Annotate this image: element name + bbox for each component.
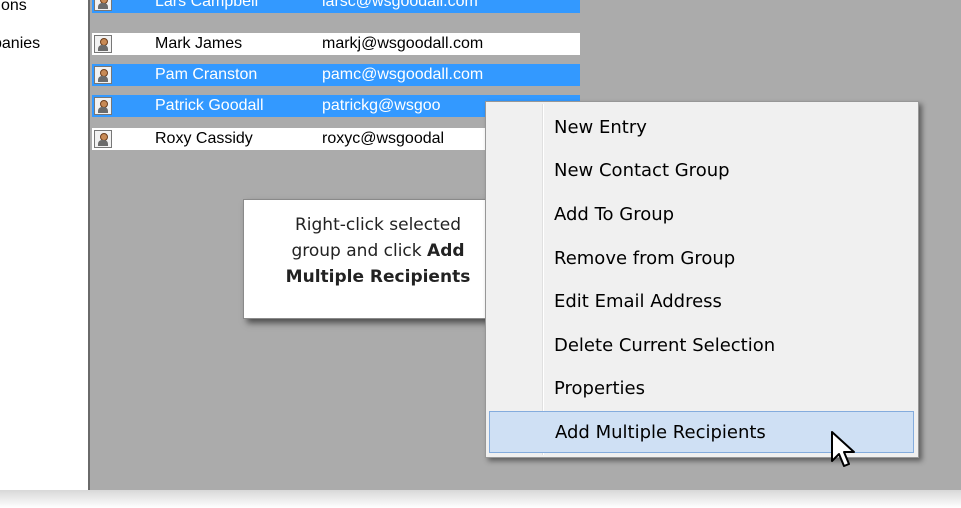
contact-name: Mark James <box>155 35 243 52</box>
menu-item-new-entry[interactable]: New Entry <box>489 107 914 149</box>
contact-name: Roxy Cassidy <box>155 130 253 147</box>
callout-line-2-text: group and click <box>291 241 428 261</box>
menu-item-label: New Contact Group <box>554 160 730 181</box>
contact-card-icon <box>94 66 112 84</box>
menu-item-add-to-group[interactable]: Add To Group <box>489 194 914 236</box>
contact-email: markj@wsgoodall.com <box>322 35 484 52</box>
menu-item-edit-email-address[interactable]: Edit Email Address <box>489 281 914 323</box>
menu-item-properties[interactable]: Properties <box>489 368 914 410</box>
contact-name: Lars Campbell <box>155 0 259 10</box>
menu-item-label: Properties <box>554 378 645 399</box>
contact-card-icon <box>94 0 112 11</box>
menu-item-label: Delete Current Selection <box>554 335 776 356</box>
menu-item-delete-current-selection[interactable]: Delete Current Selection <box>489 325 914 367</box>
contact-email: pamc@wsgoodall.com <box>322 66 484 83</box>
contact-row-mark[interactable]: Mark James markj@wsgoodall.com <box>92 33 580 55</box>
callout-line-3-bold: Multiple Recipients <box>285 267 471 287</box>
contact-row-lars[interactable]: Lars Campbell larsc@wsgoodall.com <box>92 0 580 13</box>
mouse-pointer-icon <box>831 431 855 467</box>
contact-name: Patrick Goodall <box>155 97 264 114</box>
contact-card-icon <box>94 97 112 115</box>
callout-line-3: Multiple Recipients <box>244 264 512 290</box>
folder-tree: tions panies <box>0 0 88 490</box>
contact-card-icon <box>94 35 112 53</box>
contact-card-icon <box>94 130 112 148</box>
contact-row-pam[interactable]: Pam Cranston pamc@wsgoodall.com <box>92 64 580 86</box>
instruction-callout: Right-click selected group and click Add… <box>243 199 513 319</box>
contact-email: larsc@wsgoodall.com <box>322 0 478 10</box>
callout-line-2-bold: Add <box>427 241 465 261</box>
callout-line-1: Right-click selected <box>294 215 462 235</box>
callout-line-2: group and click Add <box>244 238 512 264</box>
menu-item-remove-from-group[interactable]: Remove from Group <box>489 238 914 280</box>
contact-email: roxyc@wsgoodal <box>322 130 445 147</box>
contact-email: patrickg@wsgoo <box>322 97 441 114</box>
menu-item-new-contact-group[interactable]: New Contact Group <box>489 150 914 192</box>
tree-item-panies[interactable]: panies <box>0 33 86 55</box>
contact-name: Pam Cranston <box>155 66 258 83</box>
window-bottom-edge <box>0 490 961 508</box>
context-menu: New Entry New Contact Group Add To Group… <box>485 101 919 458</box>
menu-item-label: Add Multiple Recipients <box>555 422 766 443</box>
menu-item-label: Edit Email Address <box>554 291 722 312</box>
menu-item-label: Remove from Group <box>554 248 736 269</box>
tree-item-tions[interactable]: tions <box>0 0 86 17</box>
menu-item-label: Add To Group <box>554 204 675 225</box>
menu-item-label: New Entry <box>554 117 647 138</box>
